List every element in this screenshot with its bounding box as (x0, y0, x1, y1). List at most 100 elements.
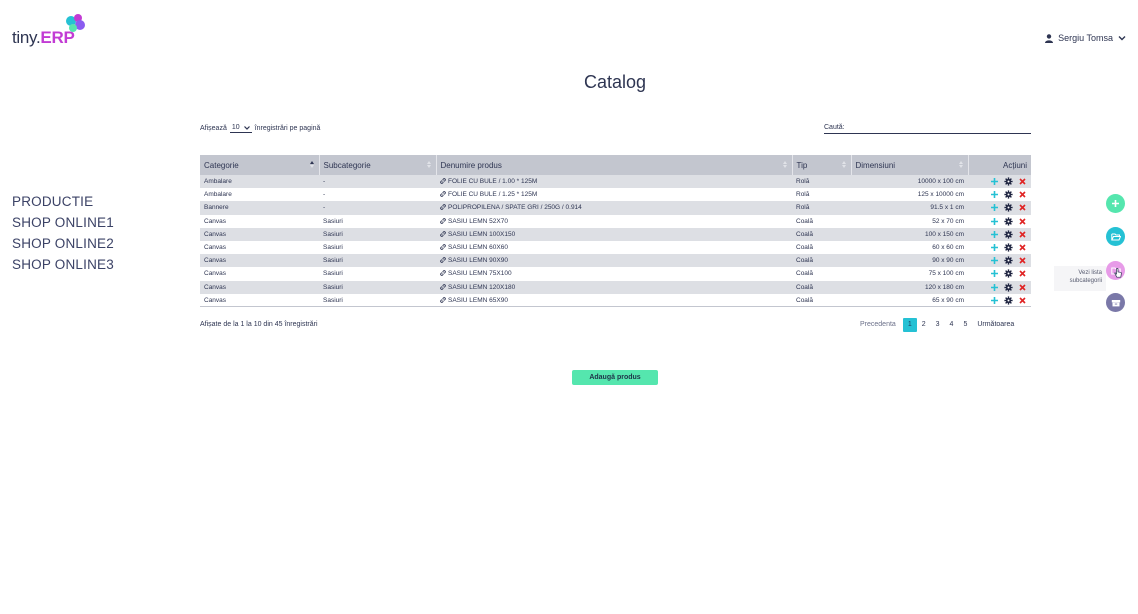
close-icon[interactable] (1018, 283, 1027, 292)
product-name-link[interactable]: SASIU LEMN 52X70 (448, 218, 508, 225)
cell-categorie: Canvas (200, 280, 319, 294)
pagination-page-2[interactable]: 2 (917, 318, 931, 332)
plus-icon[interactable] (990, 203, 999, 212)
plus-icon[interactable] (990, 230, 999, 239)
page-length-select[interactable]: 10 (229, 124, 252, 133)
product-name-link[interactable]: FOLIE CU BULE / 1.00 * 125M (448, 178, 537, 185)
product-name-link[interactable]: FOLIE CU BULE / 1.25 * 125M (448, 191, 537, 198)
cell-denumire[interactable]: SASIU LEMN 52X70 (436, 214, 792, 228)
close-icon[interactable] (1018, 217, 1027, 226)
fab-categories-button[interactable] (1106, 227, 1125, 246)
plus-icon[interactable] (990, 256, 999, 265)
table-row: Ambalare - FOLIE CU BULE / 1.00 * 125M Rolă… (200, 175, 1031, 189)
cell-subcategorie: - (319, 175, 436, 189)
close-icon[interactable] (1018, 230, 1027, 239)
link-icon (440, 204, 446, 211)
plus-icon[interactable] (990, 243, 999, 252)
cell-denumire[interactable]: SASIU LEMN 75X100 (436, 267, 792, 281)
gear-icon[interactable] (1004, 177, 1013, 186)
table-row: Canvas Sasiuri SASIU LEMN 65X90 Coală 65 x 9… (200, 293, 1031, 308)
pagination-prev[interactable]: Precedenta (855, 318, 901, 332)
column-header-denumire[interactable]: Denumire produs (436, 155, 793, 175)
link-icon (440, 283, 446, 290)
cell-denumire[interactable]: SASIU LEMN 65X90 (436, 293, 792, 308)
fab-add-button[interactable] (1106, 194, 1125, 213)
close-icon[interactable] (1018, 296, 1027, 305)
close-icon[interactable] (1018, 269, 1027, 278)
cell-categorie: Canvas (200, 227, 319, 241)
plus-icon[interactable] (990, 296, 999, 305)
cell-denumire[interactable]: FOLIE CU BULE / 1.00 * 125M (436, 175, 792, 189)
plus-icon[interactable] (990, 283, 999, 292)
cell-denumire[interactable]: SASIU LEMN 100X150 (436, 227, 792, 241)
logo-mark-icon (66, 14, 85, 32)
fab-products-button[interactable] (1106, 293, 1125, 312)
close-icon[interactable] (1018, 203, 1027, 212)
table-info: Afișate de la 1 la 10 din 45 înregistrăr… (200, 321, 318, 328)
pagination-page-3[interactable]: 3 (931, 318, 945, 332)
sidebar-item-shop-online2[interactable]: SHOP ONLINE2 (12, 236, 114, 252)
cell-denumire[interactable]: POLIPROPILENA / SPATE GRI / 250G / 0.914 (436, 201, 792, 215)
cell-denumire[interactable]: SASIU LEMN 60X60 (436, 240, 792, 255)
product-name-link[interactable]: SASIU LEMN 90X90 (448, 257, 508, 264)
pagination-next[interactable]: Următoarea (972, 318, 1019, 332)
column-header-subcategorie[interactable]: Subcategorie (319, 155, 437, 175)
cell-dimensiuni: 120 x 180 cm (851, 280, 968, 294)
folder-open-icon (1110, 233, 1121, 240)
plus-icon[interactable] (990, 177, 999, 186)
search-input[interactable] (847, 124, 1031, 131)
user-name: Sergiu Tomsa (1058, 33, 1113, 43)
close-icon[interactable] (1018, 243, 1027, 252)
tooltip-line-2: subcategorii (1069, 278, 1102, 284)
plus-icon[interactable] (990, 217, 999, 226)
sidebar-item-shop-online1[interactable]: SHOP ONLINE1 (12, 215, 114, 231)
link-icon (440, 230, 446, 237)
gear-icon[interactable] (1004, 295, 1013, 305)
sidebar-item-shop-online3[interactable]: SHOP ONLINE3 (12, 257, 114, 273)
cell-denumire[interactable]: FOLIE CU BULE / 1.25 * 125M (436, 188, 792, 202)
close-icon[interactable] (1018, 177, 1027, 186)
pagination-page-4[interactable]: 4 (945, 318, 959, 332)
gear-icon[interactable] (1004, 243, 1013, 252)
fab-tooltip: Vezi lista subcategorii (1054, 266, 1106, 291)
gear-icon[interactable] (1004, 203, 1013, 213)
gear-icon[interactable] (1004, 230, 1013, 239)
product-name-link[interactable]: SASIU LEMN 75X100 (448, 270, 512, 277)
gear-icon[interactable] (1004, 282, 1013, 292)
close-icon[interactable] (1018, 256, 1027, 265)
product-name-link[interactable]: SASIU LEMN 100X150 (448, 231, 515, 238)
page-length-control: Afișează 10 înregistrări pe pagină (200, 124, 320, 133)
column-header-categorie[interactable]: Categorie (200, 155, 320, 175)
pagination: Precedenta 1 2 3 4 5 Următoarea (855, 318, 1019, 332)
pagination-page-5[interactable]: 5 (958, 318, 972, 332)
pagination-page-1[interactable]: 1 (902, 318, 917, 332)
plus-icon[interactable] (990, 269, 999, 278)
add-product-button[interactable]: Adaugă produs (572, 370, 658, 385)
cell-subcategorie: - (319, 201, 436, 215)
column-header-dimensiuni[interactable]: Dimensiuni (851, 155, 969, 175)
box-icon (1111, 299, 1120, 306)
cell-categorie: Ambalare (200, 175, 319, 189)
product-name-link[interactable]: SASIU LEMN 60X60 (448, 244, 508, 251)
gear-icon[interactable] (1004, 217, 1013, 226)
gear-icon[interactable] (1004, 190, 1013, 199)
length-suffix: înregistrări pe pagină (254, 125, 321, 132)
sidebar-item-productie[interactable]: PRODUCTIE (12, 194, 114, 210)
product-name-link[interactable]: SASIU LEMN 120X180 (448, 284, 515, 291)
plus-icon[interactable] (990, 190, 999, 199)
cell-denumire[interactable]: SASIU LEMN 90X90 (436, 254, 792, 268)
cell-denumire[interactable]: SASIU LEMN 120X180 (436, 280, 792, 294)
gear-icon[interactable] (1004, 269, 1013, 279)
column-header-tip[interactable]: Tip (792, 155, 852, 175)
table-row: Canvas Sasiuri SASIU LEMN 90X90 Coală 90 x 9… (200, 254, 1031, 268)
gear-icon[interactable] (1004, 256, 1013, 265)
user-menu[interactable]: Sergiu Tomsa (1045, 33, 1126, 43)
close-icon[interactable] (1018, 190, 1027, 199)
product-name-link[interactable]: POLIPROPILENA / SPATE GRI / 250G / 0.914 (448, 204, 582, 211)
app-logo[interactable]: tiny.ERP (12, 14, 92, 47)
cell-dimensiuni: 91.5 x 1 cm (851, 201, 968, 215)
product-name-link[interactable]: SASIU LEMN 65X90 (448, 297, 508, 304)
hand-cursor-icon (1114, 268, 1122, 278)
cell-tip: Rolă (792, 188, 851, 202)
cell-tip: Coală (792, 267, 851, 281)
